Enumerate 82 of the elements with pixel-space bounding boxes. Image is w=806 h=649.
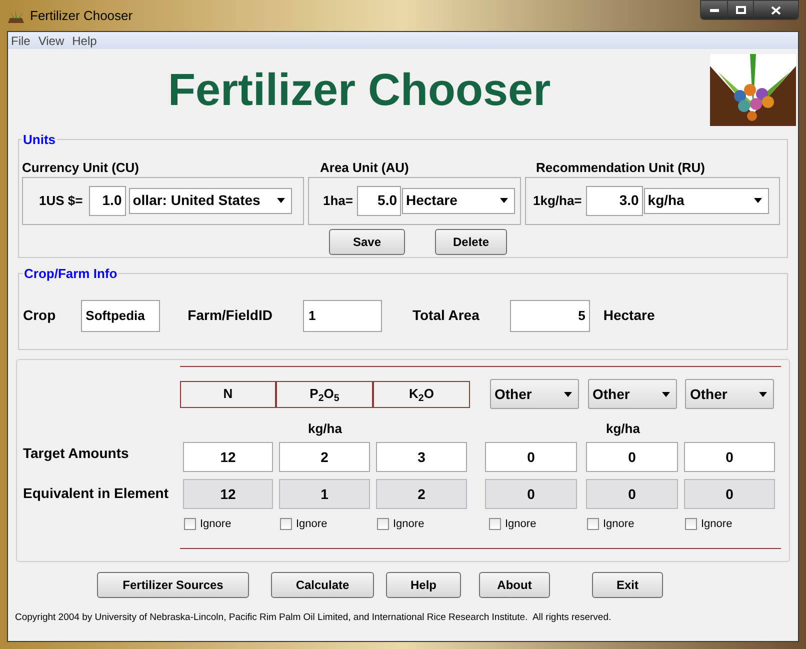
plant-pellets-icon (710, 54, 796, 126)
unit-prefix: 1ha= (323, 192, 353, 210)
target-input[interactable]: 2 (278, 442, 370, 472)
caret-icon (500, 198, 508, 203)
equivalent-value: 12 (182, 479, 274, 509)
ignore-checkbox[interactable] (280, 518, 292, 530)
action-button[interactable]: Help (386, 572, 461, 598)
unit-prefix: 1kg/ha= (533, 192, 582, 210)
close-icon (771, 6, 781, 14)
caret-icon (759, 392, 767, 396)
nutrient-header: P$_{2}$O$_{5}$ (276, 380, 373, 408)
row-label: Target Amounts (23, 444, 130, 463)
text-field[interactable]: Softpedia (80, 300, 160, 332)
equivalent-value: 2 (376, 479, 468, 509)
close-button[interactable] (754, 1, 798, 19)
unit-label: Recommendation Unit (RU) (535, 158, 706, 176)
unit-label: kg/ha (606, 420, 640, 437)
text-field[interactable]: 1 (303, 300, 382, 332)
ignore-label: Ignore (603, 517, 634, 532)
maximize-button[interactable] (728, 1, 754, 19)
caret-icon (276, 198, 285, 203)
action-button[interactable]: Delete (435, 228, 507, 254)
ignore-checkbox[interactable] (377, 518, 389, 530)
equivalent-value: 0 (586, 479, 678, 509)
copyright-text: Copyright 2004 by University of Nebraska-Lincoln, Pacific Rim Palm Oil Limited, and International Rice Research Institute. All rights reserved. (15, 611, 612, 625)
row-label: Equivalent in Element (23, 484, 170, 503)
field-label: Farm/FieldID (188, 306, 272, 325)
nutrient-dropdown[interactable]: Other (490, 379, 578, 409)
nutrient-dropdown[interactable]: Other (588, 379, 676, 409)
target-input[interactable]: 0 (586, 442, 678, 472)
unit-label: Area Unit (AU) (319, 158, 410, 176)
unit-prefix: 1US $= (39, 192, 83, 210)
action-button[interactable]: Exit (592, 572, 663, 598)
action-button[interactable]: Fertilizer Sources (97, 572, 249, 598)
ignore-checkbox[interactable] (587, 518, 599, 530)
action-button[interactable]: Calculate (271, 572, 374, 598)
menu-item[interactable]: Help (72, 32, 97, 50)
menu-item[interactable]: View (38, 32, 64, 50)
action-button[interactable]: About (479, 572, 550, 598)
equivalent-value: 0 (684, 479, 776, 509)
unit-label: Currency Unit (CU) (22, 158, 140, 176)
field-label: Crop (23, 306, 56, 325)
unit-label: kg/ha (308, 420, 342, 437)
maximize-icon (736, 6, 746, 14)
plant-icon (8, 8, 24, 23)
rate-input[interactable]: 3.0 (586, 186, 643, 216)
caret-icon (754, 198, 762, 203)
ignore-label: Ignore (505, 517, 536, 532)
unit-dropdown[interactable]: kg/ha (644, 188, 769, 214)
nutrient-dropdown[interactable]: Other (685, 379, 774, 409)
minimize-icon (710, 8, 718, 12)
minimize-button[interactable] (701, 1, 728, 19)
ignore-label: Ignore (701, 517, 732, 532)
ignore-label: Ignore (296, 517, 328, 532)
units-legend: Units (22, 130, 56, 150)
field-label: Total Area (412, 306, 480, 325)
caret-icon (564, 392, 572, 396)
menu-item[interactable]: File (11, 32, 30, 50)
target-input[interactable]: 3 (376, 442, 468, 472)
app-heading: Fertilizer Chooser (168, 67, 551, 112)
ignore-label: Ignore (393, 517, 424, 532)
crop-farm-legend: Crop/Farm Info (23, 264, 118, 284)
caret-icon (662, 392, 670, 396)
text-field[interactable]: 5 (510, 300, 590, 332)
target-input[interactable]: 0 (684, 442, 776, 472)
ignore-checkbox[interactable] (489, 518, 501, 530)
rate-input[interactable]: 5.0 (357, 186, 401, 216)
equivalent-value: 1 (278, 479, 370, 509)
equivalent-value: 0 (485, 479, 578, 509)
action-button[interactable]: Save (329, 228, 405, 254)
ignore-checkbox[interactable] (685, 518, 697, 530)
ignore-checkbox[interactable] (184, 518, 196, 530)
target-input[interactable]: 0 (485, 442, 578, 472)
unit-dropdown[interactable]: Hectare (402, 188, 515, 214)
rate-input[interactable]: 1.0 (88, 186, 126, 216)
target-input[interactable]: 12 (182, 442, 274, 472)
unit-dropdown[interactable]: ollar: United States (128, 188, 292, 214)
window-title: Fertilizer Chooser (30, 7, 133, 25)
nutrient-header: K$_{2}$O (373, 380, 470, 408)
ignore-label: Ignore (200, 517, 232, 532)
nutrient-header: N (180, 380, 276, 408)
area-unit-label: Hectare (603, 306, 655, 325)
